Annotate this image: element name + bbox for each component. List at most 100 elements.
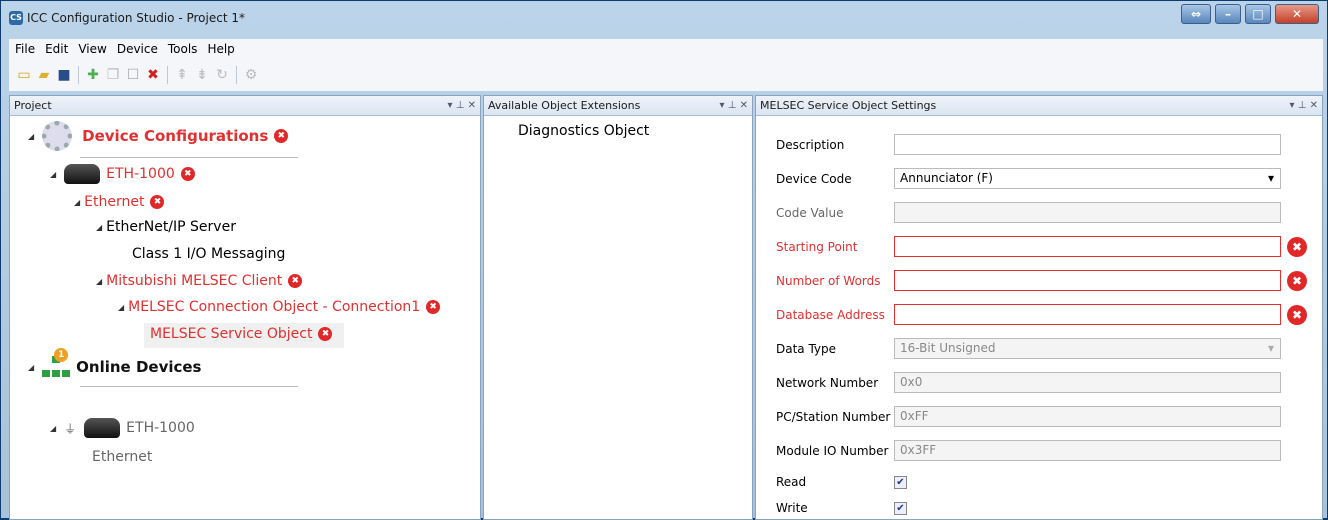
error-icon: ✖ — [426, 300, 441, 314]
code-value-label: Code Value — [776, 206, 844, 220]
refresh-icon[interactable]: ↻ — [213, 66, 231, 84]
menu-edit[interactable]: Edit — [40, 42, 73, 56]
tree-node-device-configurations[interactable]: ◢ Device Configurations ✖ — [28, 121, 289, 151]
tree-node-eth1000[interactable]: ◢ ETH-1000 ✖ — [50, 164, 195, 184]
switch-window-button[interactable]: ⇔ — [1181, 4, 1211, 24]
toolbar: ▭ ▰ ■ ✚ ❐ ☐ ✖ ⇞ ⇟ ↻ ⚙ — [9, 59, 1323, 91]
expand-icon[interactable]: ◢ — [96, 277, 102, 286]
expand-icon[interactable]: ◢ — [28, 132, 34, 141]
write-checkbox[interactable]: ✔ — [894, 502, 907, 515]
tree-label: Class 1 I/O Messaging — [132, 246, 286, 262]
device-icon — [64, 164, 101, 184]
menu-file[interactable]: File — [9, 42, 40, 56]
panel-title: Project — [14, 99, 52, 112]
menu-device[interactable]: Device — [112, 42, 163, 56]
description-field[interactable] — [894, 134, 1281, 155]
toolbar-separator — [167, 66, 168, 84]
maximize-button[interactable]: □ — [1245, 4, 1271, 24]
divider — [80, 386, 298, 387]
gear-icon — [42, 121, 73, 151]
tree-node-service-object[interactable]: MELSEC Service Object ✖ — [150, 326, 333, 342]
toolbar-separator — [78, 66, 79, 84]
error-icon: ✖ — [1287, 237, 1307, 257]
add-icon[interactable]: ✚ — [84, 66, 102, 84]
error-icon: ✖ — [150, 195, 165, 209]
error-icon: ✖ — [1287, 271, 1307, 291]
error-icon: ✖ — [180, 167, 195, 181]
notification-badge: 1 — [54, 348, 69, 362]
expand-icon[interactable]: ◢ — [74, 198, 80, 207]
module-io-number-label: Module IO Number — [776, 444, 889, 458]
move-up-icon[interactable]: ⇞ — [173, 66, 191, 84]
extensions-panel: Available Object Extensions ▾ ⊥ ✕ Diagno… — [483, 95, 753, 520]
divider — [80, 157, 298, 158]
error-icon: ✖ — [274, 129, 289, 143]
close-button[interactable]: ✕ — [1275, 4, 1319, 24]
open-icon[interactable]: ▰ — [35, 66, 53, 84]
panel-header: MELSEC Service Object Settings ▾ ⊥ ✕ — [756, 96, 1322, 116]
minimize-button[interactable]: – — [1215, 4, 1241, 24]
panel-header: Available Object Extensions ▾ ⊥ ✕ — [484, 96, 752, 116]
window-title: ICC Configuration Studio - Project 1* — [27, 11, 245, 25]
tree-node-connection[interactable]: ◢ MELSEC Connection Object - Connection1… — [118, 299, 441, 315]
save-icon[interactable]: ■ — [55, 66, 73, 84]
new-icon[interactable]: ▭ — [15, 66, 33, 84]
menu-view[interactable]: View — [73, 42, 111, 56]
network-number-label: Network Number — [776, 376, 879, 390]
tree-node-online-devices[interactable]: ◢ 1 Online Devices — [28, 348, 201, 378]
panel-controls[interactable]: ▾ ⊥ ✕ — [448, 96, 476, 115]
tree-label: ETH-1000 — [126, 420, 195, 436]
pc-station-number-field: 0xFF — [894, 406, 1281, 427]
network-number-field: 0x0 — [894, 372, 1281, 393]
expand-icon[interactable]: ◢ — [50, 170, 56, 179]
device-code-label: Device Code — [776, 172, 852, 186]
expand-icon[interactable]: ◢ — [28, 363, 34, 372]
settings-panel: MELSEC Service Object Settings ▾ ⊥ ✕ Des… — [755, 95, 1323, 520]
tree-label: Mitsubishi MELSEC Client — [106, 273, 283, 289]
list-item-diagnostics-object[interactable]: Diagnostics Object — [518, 123, 649, 139]
error-icon: ✖ — [288, 274, 303, 288]
tree-node-online-ethernet[interactable]: Ethernet — [92, 449, 152, 465]
module-io-number-field: 0x3FF — [894, 440, 1281, 461]
starting-point-label: Starting Point — [776, 240, 858, 254]
copy-icon[interactable]: ❐ — [104, 66, 122, 84]
tree-node-class1[interactable]: Class 1 I/O Messaging — [132, 246, 285, 262]
tree-node-ethernet[interactable]: ◢ Ethernet ✖ — [74, 194, 165, 210]
number-of-words-label: Number of Words — [776, 274, 881, 288]
tree-label: ETH-1000 — [106, 166, 175, 182]
data-type-label: Data Type — [776, 342, 837, 356]
delete-icon[interactable]: ✖ — [144, 66, 162, 84]
device-code-select[interactable]: Annunciator (F) — [894, 168, 1281, 189]
network-icon: 1 — [42, 348, 71, 378]
panel-controls[interactable]: ▾ ⊥ ✕ — [1290, 96, 1318, 115]
stop-icon[interactable]: ☐ — [124, 66, 142, 84]
panel-controls[interactable]: ▾ ⊥ ✕ — [720, 96, 748, 115]
toolbar-separator — [236, 66, 237, 84]
settings-icon[interactable]: ⚙ — [242, 66, 260, 84]
tree-node-ethernetip-server[interactable]: ◢ EtherNet/IP Server — [96, 219, 236, 235]
write-label: Write — [776, 501, 808, 515]
move-down-icon[interactable]: ⇟ — [193, 66, 211, 84]
starting-point-field[interactable] — [894, 236, 1281, 257]
expand-icon[interactable]: ◢ — [96, 223, 102, 232]
tree-label: EtherNet/IP Server — [106, 219, 236, 235]
expand-icon[interactable]: ◢ — [118, 303, 124, 312]
tree-label: Ethernet — [92, 449, 153, 465]
panel-title: MELSEC Service Object Settings — [760, 99, 937, 112]
expand-icon[interactable]: ◢ — [50, 424, 56, 433]
database-address-field[interactable] — [894, 304, 1281, 325]
device-icon — [84, 418, 121, 438]
read-label: Read — [776, 475, 807, 489]
menu-tools[interactable]: Tools — [163, 42, 203, 56]
tree-node-melsec-client[interactable]: ◢ Mitsubishi MELSEC Client ✖ — [96, 273, 303, 289]
pc-station-number-label: PC/Station Number — [776, 410, 891, 424]
menu-help[interactable]: Help — [202, 42, 239, 56]
app-window: CS ICC Configuration Studio - Project 1*… — [0, 0, 1328, 520]
data-type-select: 16-Bit Unsigned — [894, 338, 1281, 359]
panel-title: Available Object Extensions — [488, 99, 641, 112]
error-icon: ✖ — [318, 327, 333, 341]
database-address-label: Database Address — [776, 308, 885, 322]
read-checkbox[interactable]: ✔ — [894, 476, 907, 489]
tree-node-online-eth1000[interactable]: ◢ ⏚ ETH-1000 — [50, 418, 195, 438]
number-of-words-field[interactable] — [894, 270, 1281, 291]
